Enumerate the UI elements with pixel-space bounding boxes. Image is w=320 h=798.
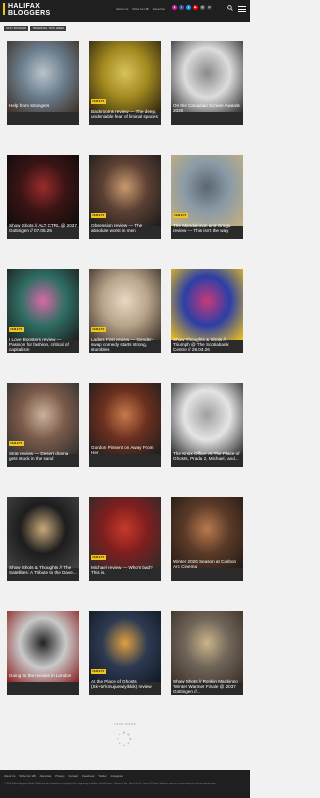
- article-title[interactable]: Michael review — Who's bad? This is.: [91, 565, 159, 575]
- footer-link[interactable]: Write For HB: [20, 774, 36, 778]
- article-thumbnail-image[interactable]: [7, 41, 79, 112]
- footer-link[interactable]: Contact: [68, 774, 78, 778]
- top-links: About Us Write for HB Advertise: [116, 7, 165, 11]
- category-tag[interactable]: FILM & TV: [91, 327, 106, 332]
- category-tag[interactable]: FILM & TV: [173, 213, 188, 218]
- footer-link[interactable]: Twitter: [98, 774, 106, 778]
- article-card[interactable]: FILM & TV Strat review — Desert drama get…: [7, 383, 79, 467]
- article-thumbnail-image[interactable]: [7, 611, 79, 682]
- article-title[interactable]: Going to the movies in London: [9, 673, 77, 678]
- article-card[interactable]: The Knox Office: At The Place of Ghosts,…: [171, 383, 243, 467]
- article-card[interactable]: Gordon Pinsent on Away From Her: [89, 383, 161, 467]
- article-card[interactable]: Show Shots // ALT CTRL @ 2037 Gottingen …: [7, 155, 79, 239]
- footer-links: About Us Write For HB Advertise Privacy Cont…: [4, 774, 123, 778]
- logo-mark: [3, 3, 8, 15]
- article-title[interactable]: Help from strangers: [9, 103, 77, 108]
- article-title[interactable]: At the Place of Ghosts (Sk+te'kmujuewiyi…: [91, 679, 159, 689]
- loading-spinner-icon: [116, 731, 132, 747]
- category-tag[interactable]: FILM & TV: [9, 441, 24, 446]
- article-title[interactable]: On the Canadian Screen Awards 2026: [173, 103, 241, 113]
- article-title[interactable]: Show Shots & Thoughts // The Satellites:…: [9, 565, 77, 575]
- footer-link[interactable]: Advertise: [40, 774, 52, 778]
- article-title[interactable]: Show Shots // Ronkin Mackinno 'Winter Wa…: [173, 679, 241, 695]
- hamburger-menu-icon[interactable]: [238, 6, 246, 12]
- article-card[interactable]: Winter 2026 Season at Carbon Arc Cinema: [171, 497, 243, 581]
- article-card[interactable]: FILM & TV The Mandalorian and Grogu revie…: [171, 155, 243, 239]
- footer-link[interactable]: Privacy: [55, 774, 64, 778]
- filter-chips: STAY BOOKED TRENDING THIS WEEK: [4, 26, 67, 32]
- category-tag[interactable]: FILM & TV: [91, 669, 106, 674]
- social-links: ● f t ▶ @ @: [172, 5, 212, 10]
- article-title[interactable]: The Knox Office: At The Place of Ghosts,…: [173, 451, 241, 461]
- article-title[interactable]: The Mandalorian and Grogu review — This …: [173, 223, 241, 233]
- article-title[interactable]: Show Shots // ALT CTRL @ 2037 Gottingen …: [9, 223, 77, 233]
- top-link-about[interactable]: About Us: [116, 7, 128, 11]
- article-title[interactable]: I Love Boosters review — Passion for fas…: [9, 337, 77, 353]
- article-thumbnail-image[interactable]: [171, 41, 243, 112]
- footer-link[interactable]: About Us: [4, 774, 16, 778]
- threads-icon[interactable]: @: [207, 5, 212, 10]
- article-title[interactable]: Show Thoughts & Shots // Triumph @ The S…: [173, 337, 241, 353]
- search-icon[interactable]: [227, 5, 233, 11]
- email-icon[interactable]: @: [200, 5, 205, 10]
- article-thumbnail-image[interactable]: [171, 611, 243, 682]
- twitter-icon[interactable]: t: [186, 5, 191, 10]
- article-title[interactable]: Winter 2026 Season at Carbon Arc Cinema: [173, 559, 241, 569]
- filter-stay-booked[interactable]: STAY BOOKED: [4, 26, 29, 32]
- footer-link[interactable]: Facebook: [82, 774, 94, 778]
- instagram-icon[interactable]: ●: [172, 5, 177, 10]
- top-link-advertise[interactable]: Advertise: [153, 7, 166, 11]
- article-card[interactable]: FILM & TV Michael review — Who's bad? Thi…: [89, 497, 161, 581]
- article-thumbnail-image[interactable]: [171, 383, 243, 454]
- article-card[interactable]: FILM & TV At the Place of Ghosts (Sk+te'k…: [89, 611, 161, 695]
- article-title[interactable]: Ladies First review — Gender-swap comedy…: [91, 337, 159, 353]
- article-title[interactable]: Obsession review — The absolute worst in…: [91, 223, 159, 233]
- top-link-write[interactable]: Write for HB: [132, 7, 148, 11]
- article-thumbnail-image[interactable]: [7, 497, 79, 568]
- article-card[interactable]: Show Shots & Thoughts // The Satellites:…: [7, 497, 79, 581]
- logo-line-2: BLOGGERS: [8, 10, 51, 17]
- footer: About Us Write For HB Advertise Privacy Cont…: [0, 770, 250, 798]
- youtube-icon[interactable]: ▶: [193, 5, 198, 10]
- footer-link[interactable]: Instagram: [111, 774, 123, 778]
- article-card[interactable]: Help from strangers: [7, 41, 79, 125]
- logo-line-1: HALIFAX: [8, 3, 41, 10]
- filter-trending[interactable]: TRENDING THIS WEEK: [30, 26, 67, 32]
- article-title[interactable]: Strat review — Desert drama gets stuck i…: [9, 451, 77, 461]
- category-tag[interactable]: FILM & TV: [91, 213, 106, 218]
- article-card[interactable]: FILM & TV Backrooms review — The deep, un…: [89, 41, 161, 125]
- article-card[interactable]: Show Thoughts & Shots // Triumph @ The S…: [171, 269, 243, 353]
- footer-copyright: © 2026 Halifax Bloggers Media. Reflectin…: [4, 783, 217, 785]
- category-tag[interactable]: FILM & TV: [9, 327, 24, 332]
- category-tag[interactable]: FILM & TV: [91, 99, 106, 104]
- article-card[interactable]: Going to the movies in London: [7, 611, 79, 695]
- article-card[interactable]: On the Canadian Screen Awards 2026: [171, 41, 243, 125]
- site-logo[interactable]: HALIFAX BLOGGERS: [3, 3, 50, 17]
- article-thumbnail-image[interactable]: [171, 269, 243, 340]
- load-more-label[interactable]: LOAD MORE: [0, 722, 250, 726]
- article-thumbnail-image[interactable]: [171, 497, 243, 568]
- article-card[interactable]: Show Shots // Ronkin Mackinno 'Winter Wa…: [171, 611, 243, 695]
- article-thumbnail-image[interactable]: [7, 155, 79, 226]
- category-tag[interactable]: FILM & TV: [91, 555, 106, 560]
- article-card[interactable]: FILM & TV Ladies First review — Gender-sw…: [89, 269, 161, 353]
- top-navigation-bar: HALIFAX BLOGGERS About Us Write for HB A…: [0, 0, 250, 22]
- article-title[interactable]: Gordon Pinsent on Away From Her: [91, 445, 159, 455]
- article-card[interactable]: FILM & TV Obsession review — The absolute…: [89, 155, 161, 239]
- article-title[interactable]: Backrooms review — The deep, undeniable …: [91, 109, 159, 119]
- article-thumbnail-image[interactable]: [89, 383, 161, 454]
- facebook-icon[interactable]: f: [179, 5, 184, 10]
- article-card[interactable]: FILM & TV I Love Boosters review — Passio…: [7, 269, 79, 353]
